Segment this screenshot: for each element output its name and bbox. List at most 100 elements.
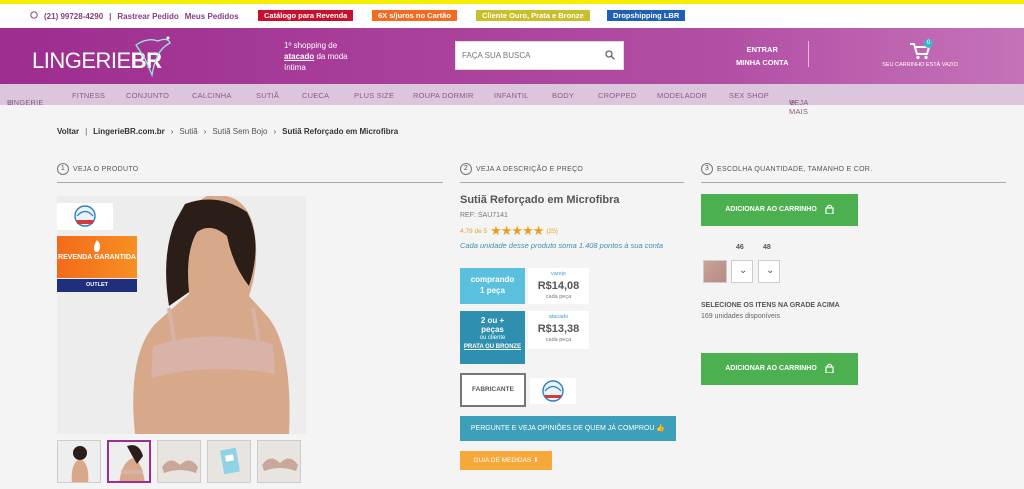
catalog-pill[interactable]: Catálogo para Revenda <box>258 10 354 21</box>
phone-number[interactable]: (21) 99728-4290 <box>44 12 103 21</box>
site-header: LINGERIEBR 1º shopping de atacado da mod… <box>0 28 1024 84</box>
wholesale-line-2: peças <box>481 325 504 334</box>
thumbnail-5[interactable] <box>257 440 301 483</box>
search-icon[interactable] <box>605 50 615 60</box>
plus-circle-icon: ⊕ <box>789 98 796 107</box>
thumbnail-3[interactable] <box>157 440 201 483</box>
grid-instruction: SELECIONE OS ITENS NA GRADE ACIMA <box>701 302 840 309</box>
size-46-label: 46 <box>736 244 744 251</box>
nav-item-roupa-dormir[interactable]: ROUPA DORMIR <box>413 91 474 100</box>
wholesale-price-box: 2 ou + peças ou cliente PRATA OU BRONZE … <box>460 311 590 364</box>
nav-item-conjunto[interactable]: CONJUNTO <box>126 91 169 100</box>
thumbs-up-icon: 👍 <box>656 425 666 432</box>
step-number: 3 <box>701 163 713 175</box>
manufacturer-badge-logo <box>57 203 113 230</box>
breadcrumb-sutia[interactable]: Sutiã <box>179 127 197 136</box>
wholesale-tag: atacado <box>548 314 569 320</box>
outlet-badge: OUTLET <box>57 279 137 292</box>
my-account-label: MINHA CONTA <box>736 58 789 67</box>
breadcrumb-arrow: › <box>170 127 174 136</box>
tagline-pre: 1º shopping de <box>284 41 338 50</box>
nav-item-plus-size[interactable]: PLUS SIZE <box>354 91 394 100</box>
size-guide-label: GUIA DE MEDIDAS <box>473 457 532 464</box>
nav-item-sutia[interactable]: SUTIÃ <box>256 91 279 100</box>
wholesale-price-panel: atacado R$13,38 cada peça <box>528 311 589 349</box>
wholesale-qty-label: 2 ou + peças ou cliente PRATA OU BRONZE <box>460 311 525 364</box>
revenda-garantida-badge: REVENDA GARANTIDA <box>57 236 137 278</box>
nav-item-body[interactable]: BODY <box>552 91 574 100</box>
ask-label: PERGUNTE E VEJA OPINIÕES DE QUEM JÁ COMP… <box>470 425 655 432</box>
cart-label: SEU CARRINHO ESTÁ VAZIO <box>882 62 958 68</box>
step-label: VEJA O PRODUTO <box>73 165 139 173</box>
breadcrumb-arrow: › <box>203 127 207 136</box>
search-box <box>455 41 624 70</box>
thumbnail-1[interactable] <box>57 440 101 483</box>
step-number: 1 <box>57 163 69 175</box>
cart-count-badge: 0 <box>924 39 933 48</box>
retail-price-panel: varejo R$14,08 cada peça <box>528 268 589 304</box>
logo-figure-icon <box>135 36 171 78</box>
top-links: (21) 99728-4290 | Rastrear Pedido Meus P… <box>30 11 239 21</box>
tagline-wholesale-link[interactable]: atacado <box>284 52 314 61</box>
size-48-label: 48 <box>763 244 771 251</box>
model-photo <box>57 196 306 434</box>
units-available: 169 unidades disponíveis <box>701 313 781 320</box>
size-guide-button[interactable]: GUIA DE MEDIDAS ⬇ <box>460 451 552 470</box>
account-link[interactable]: ENTRAR MINHA CONTA <box>736 43 789 69</box>
track-order-link[interactable]: Rastrear Pedido <box>117 12 178 21</box>
breadcrumb-current: Sutiã Reforçado em Microfibra <box>282 127 399 136</box>
star-icons: ★★★★★ <box>490 223 544 238</box>
nav-item-modelador[interactable]: MODELADOR <box>657 91 707 100</box>
revenda-label: REVENDA GARANTIDA <box>58 254 136 261</box>
product-main-image[interactable] <box>57 196 306 434</box>
nav-item-cueca[interactable]: CUECA <box>302 91 329 100</box>
retail-qty-label: comprando 1 peça <box>460 268 525 304</box>
down-arrow-icon: ⬇ <box>533 457 539 464</box>
retail-line-2: 1 peça <box>480 286 505 295</box>
rating-text: 4.79 de 5 <box>460 227 488 235</box>
client-tier-pill[interactable]: Cliente Ouro, Prata e Bronze <box>476 10 590 21</box>
step-3-heading: 3 ESCOLHA QUANTIDADE, TAMANHO E COR. <box>701 163 872 175</box>
breadcrumb-sem-bojo[interactable]: Sutiã Sem Bojo <box>212 127 267 136</box>
size-48-quantity-select[interactable] <box>758 260 780 283</box>
retail-unit: cada peça <box>545 294 572 300</box>
nav-item-cropped[interactable]: CROPPED <box>598 91 637 100</box>
thumbnail-2-selected[interactable] <box>107 440 151 483</box>
plus-circle-icon: ⊕ <box>7 98 14 107</box>
thumbnail-strip <box>57 440 301 483</box>
loyalty-points-note: Cada unidade desse produto soma 1.408 po… <box>460 241 664 250</box>
dropshipping-pill[interactable]: Dropshipping LBR <box>607 10 686 21</box>
logo-text-light: LINGERIE <box>32 48 131 73</box>
header-divider <box>808 41 809 67</box>
separator: | <box>109 11 112 21</box>
manufacturer-logo[interactable] <box>530 378 576 404</box>
retail-price: R$14,08 <box>537 280 580 292</box>
wholesale-price: R$13,38 <box>537 323 580 335</box>
nav-item-fitness[interactable]: FITNESS <box>72 91 105 100</box>
back-link[interactable]: Voltar <box>57 127 79 136</box>
add-to-cart-button-top[interactable]: ADICIONAR AO CARRINHO <box>701 194 858 226</box>
search-input[interactable] <box>462 51 602 60</box>
product-rating[interactable]: 4.79 de 5 ★★★★★ (25) <box>460 223 558 239</box>
manufacturer-label: FABRICANTE <box>460 373 526 407</box>
add-to-cart-button-bottom[interactable]: ADICIONAR AO CARRINHO <box>701 353 858 385</box>
size-46-quantity-select[interactable] <box>731 260 753 283</box>
nav-item-sex-shop[interactable]: SEX SHOP <box>729 91 769 100</box>
my-orders-link[interactable]: Meus Pedidos <box>185 12 239 21</box>
step-label: ESCOLHA QUANTIDADE, TAMANHO E COR. <box>717 165 873 173</box>
nav-item-infantil[interactable]: INFANTIL <box>494 91 529 100</box>
flame-icon <box>94 240 101 252</box>
review-count: (25) <box>546 227 558 235</box>
ask-questions-button[interactable]: PERGUNTE E VEJA OPINIÕES DE QUEM JÁ COMP… <box>460 416 676 441</box>
nav-item-calcinha[interactable]: CALCINHA <box>192 91 232 100</box>
step-2-rule <box>460 182 684 183</box>
tagline: 1º shopping de atacado da moda íntima <box>284 40 354 73</box>
step-number: 2 <box>460 163 472 175</box>
tier-link[interactable]: PRATA OU BRONZE <box>460 343 525 351</box>
step-1-rule <box>57 182 443 183</box>
thumbnail-4[interactable] <box>207 440 251 483</box>
separator: | <box>85 127 88 136</box>
installments-pill[interactable]: 6X s/juros no Cartão <box>372 10 457 21</box>
cart-button[interactable]: 0 SEU CARRINHO ESTÁ VAZIO <box>880 39 960 68</box>
breadcrumb-home[interactable]: LingerieBR.com.br <box>93 127 165 136</box>
